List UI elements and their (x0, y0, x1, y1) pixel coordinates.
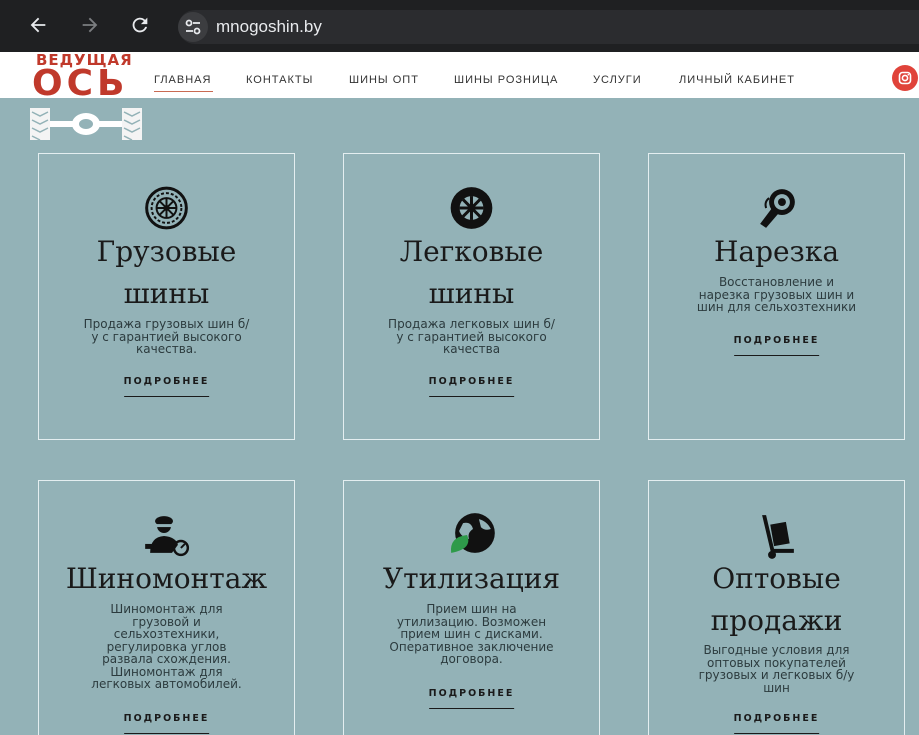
grinder-icon (760, 189, 795, 228)
nav-item-wholesale[interactable]: ШИНЫ ОПТ (349, 74, 419, 86)
site-info-button[interactable] (178, 12, 208, 42)
more-link[interactable]: ПОДРОБНЕЕ (123, 376, 210, 397)
card-title: Нарезка (713, 235, 840, 268)
card-title: Легковые (399, 235, 544, 268)
axle-logo-icon (30, 108, 142, 141)
logo-line2[interactable]: ОСЬ (32, 66, 128, 102)
nav-item-retail[interactable]: ШИНЫ РОЗНИЦА (454, 74, 558, 86)
card-title: шины (428, 277, 515, 310)
back-button[interactable] (26, 14, 50, 38)
eco-globe-icon (450, 513, 495, 553)
more-link[interactable]: ПОДРОБНЕЕ (733, 335, 820, 356)
card-title: Утилизация (382, 562, 561, 595)
card-description: Шиномонтаж для грузовой и сельхозтехники, р… (91, 602, 242, 691)
more-link[interactable]: ПОДРОБНЕЕ (428, 688, 515, 709)
instagram-icon (898, 71, 912, 85)
card-description: Продажа грузовых шин б/у с гарантией выс… (83, 317, 250, 356)
truck-tire-icon (145, 186, 188, 230)
card-title: Оптовые (712, 562, 841, 595)
forward-button[interactable] (78, 14, 102, 38)
reload-icon (132, 17, 148, 33)
card-title: продажи (710, 604, 843, 637)
card-title: Грузовые (96, 235, 237, 268)
card-title: шины (123, 277, 210, 310)
hand-truck-icon (762, 515, 794, 559)
card-tire-fitting: Шиномонтаж Шиномонтаж для грузовой и сельх… (38, 480, 295, 735)
card-truck-tires: Грузовые шины Продажа грузовых шин б/у с… (38, 153, 295, 440)
more-link[interactable]: ПОДРОБНЕЕ (428, 376, 515, 397)
url-text[interactable]: mnogoshin.by (216, 17, 322, 37)
card-regrooving: Нарезка Восстановление и нарезка грузовых… (648, 153, 905, 440)
tune-icon (185, 19, 201, 35)
card-title: Шиномонтаж (65, 562, 268, 595)
card-description: Выгодные условия для оптовых покупателей г… (698, 643, 855, 695)
browser-toolbar: mnogoshin.by (0, 0, 919, 52)
arrow-left-icon (30, 17, 46, 33)
instagram-button[interactable] (892, 65, 918, 91)
card-recycling: Утилизация Прием шин на утилизацию. Возмо… (343, 480, 600, 735)
reload-button[interactable] (128, 14, 152, 38)
card-description: Прием шин на утилизацию. Возможен прием ши… (389, 602, 554, 666)
more-link[interactable]: ПОДРОБНЕЕ (123, 713, 210, 734)
nav-item-account[interactable]: ЛИЧНЫЙ КАБИНЕТ (679, 74, 795, 86)
card-description: Продажа легковых шин б/у с гарантией выс… (388, 317, 555, 356)
nav-item-contacts[interactable]: КОНТАКТЫ (246, 74, 313, 86)
card-car-tires: Легковые шины Продажа легковых шин б/у с… (343, 153, 600, 440)
card-description: Восстановление и нарезка грузовых шин и ши… (696, 275, 857, 314)
mechanic-icon (145, 516, 190, 557)
more-link[interactable]: ПОДРОБНЕЕ (733, 713, 820, 734)
car-tire-icon (450, 187, 493, 229)
nav-item-services[interactable]: УСЛУГИ (593, 74, 642, 86)
card-wholesale: Оптовые продажи Выгодные условия для опто… (648, 480, 905, 735)
arrow-right-icon (82, 17, 98, 33)
nav-item-home[interactable]: ГЛАВНАЯ (154, 74, 214, 92)
